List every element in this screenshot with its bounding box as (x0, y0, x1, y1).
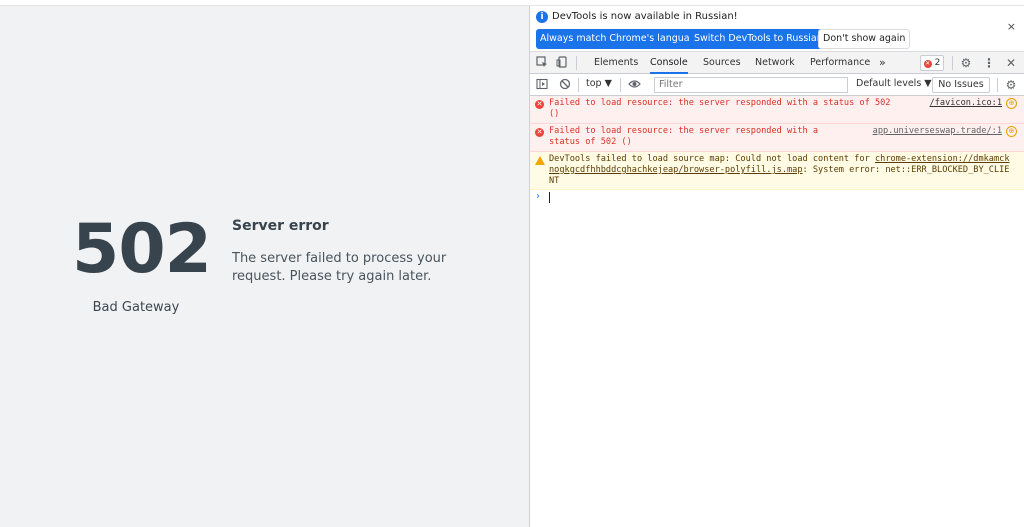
toolbar-separator (620, 78, 621, 92)
info-icon: i (536, 11, 548, 23)
device-toolbar-icon[interactable] (555, 56, 569, 70)
tab-network[interactable]: Network (755, 52, 795, 74)
issues-button[interactable]: No Issues (932, 77, 990, 93)
settings-gear-icon[interactable]: ⚙ (959, 56, 973, 70)
warning-icon (535, 156, 545, 165)
source-open-icon[interactable]: ⊕ (1006, 126, 1017, 137)
text-caret (549, 192, 550, 203)
tab-elements[interactable]: Elements (594, 52, 638, 74)
tabbar-separator (952, 56, 953, 70)
console-message-warning: DevTools failed to load source map: Coul… (530, 152, 1024, 190)
inspect-element-icon[interactable] (535, 56, 549, 70)
console-message-text: Failed to load resource: the server resp… (549, 126, 819, 147)
tab-console[interactable]: Console (650, 52, 688, 74)
console-toolbar: top ▼ Filter Default levels ▼ No Issues … (530, 74, 1024, 96)
tab-sources[interactable]: Sources (703, 52, 741, 74)
more-tabs-icon[interactable]: » (879, 52, 886, 74)
clear-console-icon[interactable] (558, 78, 572, 92)
console-message-error: ✕ Failed to load resource: the server re… (530, 96, 1024, 124)
message-source-link[interactable]: /favicon.ico:1 (930, 98, 1002, 109)
devtools-tabbar: Elements Console Sources Network Perform… (530, 52, 1024, 74)
error-subtitle: Bad Gateway (92, 300, 180, 315)
devtools-panel: i DevTools is now available in Russian! … (530, 6, 1024, 527)
infobar-text: DevTools is now available in Russian! (552, 11, 738, 22)
more-options-icon[interactable]: ⋮ (982, 56, 996, 70)
toolbar-separator (997, 78, 998, 92)
close-icon[interactable]: × (1007, 20, 1016, 33)
error-message: The server failed to process your reques… (232, 251, 447, 284)
tabbar-separator (576, 56, 577, 70)
console-messages: ✕ Failed to load resource: the server re… (530, 96, 1024, 206)
error-count: 2 (934, 58, 941, 68)
tab-performance[interactable]: Performance (810, 52, 870, 74)
close-devtools-icon[interactable]: ✕ (1004, 56, 1018, 70)
context-selector[interactable]: top ▼ (586, 78, 612, 89)
console-settings-gear-icon[interactable]: ⚙ (1004, 78, 1018, 92)
console-message-error: ✕ Failed to load resource: the server re… (530, 124, 1024, 152)
message-source-link[interactable]: app.universeswap.trade/:1 (873, 126, 1002, 137)
console-prompt[interactable]: › (530, 190, 1024, 206)
toolbar-separator (578, 78, 579, 92)
switch-language-button[interactable]: Switch DevTools to Russian (690, 29, 827, 49)
source-open-icon[interactable]: ⊕ (1006, 98, 1017, 109)
error-code: 502 (72, 210, 212, 289)
log-levels-dropdown[interactable]: Default levels ▼ (856, 78, 932, 89)
error-page: 502 Bad Gateway Server error The server … (0, 6, 529, 527)
match-language-button[interactable]: Always match Chrome's language (536, 29, 706, 49)
warning-text-prefix: DevTools failed to load source map: Coul… (549, 154, 875, 164)
console-filter-input[interactable]: Filter (654, 77, 848, 93)
error-icon: ✕ (923, 60, 932, 68)
live-expression-eye-icon[interactable] (627, 78, 641, 92)
console-message-text: DevTools failed to load source map: Coul… (549, 154, 1011, 187)
sidebar-toggle-icon[interactable] (535, 78, 549, 92)
language-infobar: i DevTools is now available in Russian! … (530, 6, 1024, 52)
error-icon: ✕ (535, 128, 544, 137)
error-title: Server error (232, 218, 329, 234)
console-message-text: Failed to load resource: the server resp… (549, 98, 891, 119)
dont-show-again-button[interactable]: Don't show again (818, 29, 911, 49)
error-count-badge[interactable]: ✕ 2 (920, 55, 944, 71)
error-icon: ✕ (535, 100, 544, 109)
prompt-chevron-icon: › (536, 191, 540, 202)
